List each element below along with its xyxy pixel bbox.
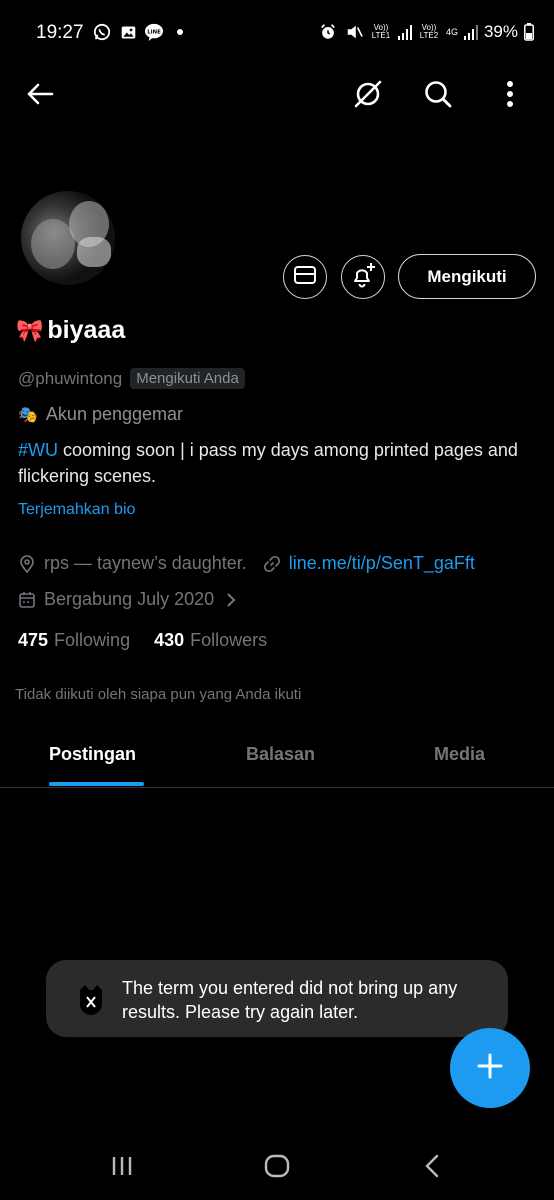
category-emoji: 🎭 xyxy=(18,406,38,424)
name-emoji: 🎀 xyxy=(16,317,44,343)
grok-icon[interactable] xyxy=(348,74,388,114)
avatar[interactable] xyxy=(18,188,118,288)
website-link[interactable]: line.me/ti/p/SenT_gaFft xyxy=(289,553,475,574)
display-name: 🎀 biyaaa xyxy=(16,316,125,345)
user-handle: @phuwintong xyxy=(18,368,123,388)
followers-label: Followers xyxy=(190,630,268,650)
whatsapp-icon xyxy=(92,22,112,42)
more-vertical-icon[interactable] xyxy=(490,74,530,114)
active-tab-indicator xyxy=(49,782,144,786)
system-nav-bar xyxy=(0,1130,554,1200)
recents-icon[interactable] xyxy=(102,1148,142,1184)
following-count: 475 xyxy=(18,630,49,650)
alarm-icon xyxy=(318,22,338,42)
following-button[interactable]: Mengikuti xyxy=(398,254,536,299)
compose-fab[interactable] xyxy=(450,1028,530,1108)
not-followed-notice: Tidak diikuti oleh siapa pun yang Anda i… xyxy=(15,686,302,703)
back-arrow-icon[interactable] xyxy=(20,74,60,114)
notify-button[interactable] xyxy=(341,255,385,299)
followers-count: 430 xyxy=(154,630,185,650)
avatar-hand xyxy=(77,237,111,267)
follow-counts: 475 Following 430 Followers xyxy=(18,630,267,651)
status-bar: 19:27 LINE Vo)) LTE1 Vo)) LTE2 4G 39% xyxy=(0,0,554,66)
toast-message: The term you entered did not bring up an… xyxy=(46,960,508,1037)
followers-count-link[interactable]: 430 Followers xyxy=(154,630,267,651)
calendar-icon xyxy=(18,591,36,609)
x-logo-icon xyxy=(74,982,108,1016)
dot-icon xyxy=(170,22,190,42)
signal-strength-1-icon xyxy=(397,24,412,40)
category-label: Akun penggemar xyxy=(45,404,184,424)
search-icon[interactable] xyxy=(418,74,458,114)
battery-icon xyxy=(524,22,534,42)
professional-category: 🎭 Akun penggemar xyxy=(18,404,183,425)
joined-row[interactable]: Bergabung July 2020 xyxy=(18,589,236,610)
line-badge-text: LINE xyxy=(147,29,161,35)
battery-percent: 39% xyxy=(483,22,518,41)
status-time: 19:27 xyxy=(36,22,84,43)
mail-icon xyxy=(293,264,317,291)
chevron-right-icon xyxy=(226,592,236,608)
location-icon xyxy=(18,554,36,573)
toast-text: The term you entered did not bring up an… xyxy=(122,978,458,1022)
sim1-label: Vo)) LTE1 xyxy=(371,23,391,40)
message-button[interactable] xyxy=(283,255,327,299)
notification-icons: LINE xyxy=(92,22,190,42)
bio-text: cooming soon | i pass my days among prin… xyxy=(18,440,518,486)
bell-plus-icon xyxy=(349,261,377,294)
following-count-link[interactable]: 475 Following xyxy=(18,630,130,651)
bio-hashtag[interactable]: #WU xyxy=(18,440,58,460)
following-label: Following xyxy=(54,630,131,650)
follows-you-badge: Mengikuti Anda xyxy=(130,368,245,389)
tab-media[interactable]: Media xyxy=(434,744,485,765)
line-icon: LINE xyxy=(144,22,164,42)
profile-meta-row: rps — taynew’s daughter. line.me/ti/p/Se… xyxy=(18,553,475,574)
tab-posts[interactable]: Postingan xyxy=(49,744,136,765)
link-icon xyxy=(263,555,281,573)
joined-date: Bergabung July 2020 xyxy=(44,589,215,609)
bio: #WU cooming soon | i pass my days among … xyxy=(18,437,538,489)
tab-replies[interactable]: Balasan xyxy=(246,744,315,765)
home-icon[interactable] xyxy=(257,1148,297,1184)
network-type: 4G xyxy=(445,27,458,37)
profile-tabs: Postingan Balasan Media xyxy=(0,722,554,788)
gallery-icon xyxy=(118,22,138,42)
handle-row: @phuwintong Mengikuti Anda xyxy=(18,368,245,389)
location-text: rps — taynew’s daughter. xyxy=(44,553,247,573)
system-status: Vo)) LTE1 Vo)) LTE2 4G 39% xyxy=(318,22,534,42)
signal-strength-2-icon xyxy=(463,24,478,40)
translate-bio-link[interactable]: Terjemahkan bio xyxy=(18,501,135,519)
mute-icon xyxy=(344,22,364,42)
back-icon[interactable] xyxy=(412,1148,452,1184)
display-name-text: biyaaa xyxy=(47,316,126,344)
plus-icon xyxy=(476,1052,504,1085)
profile-top-bar xyxy=(0,66,554,118)
sim2-label: Vo)) LTE2 xyxy=(419,23,439,40)
